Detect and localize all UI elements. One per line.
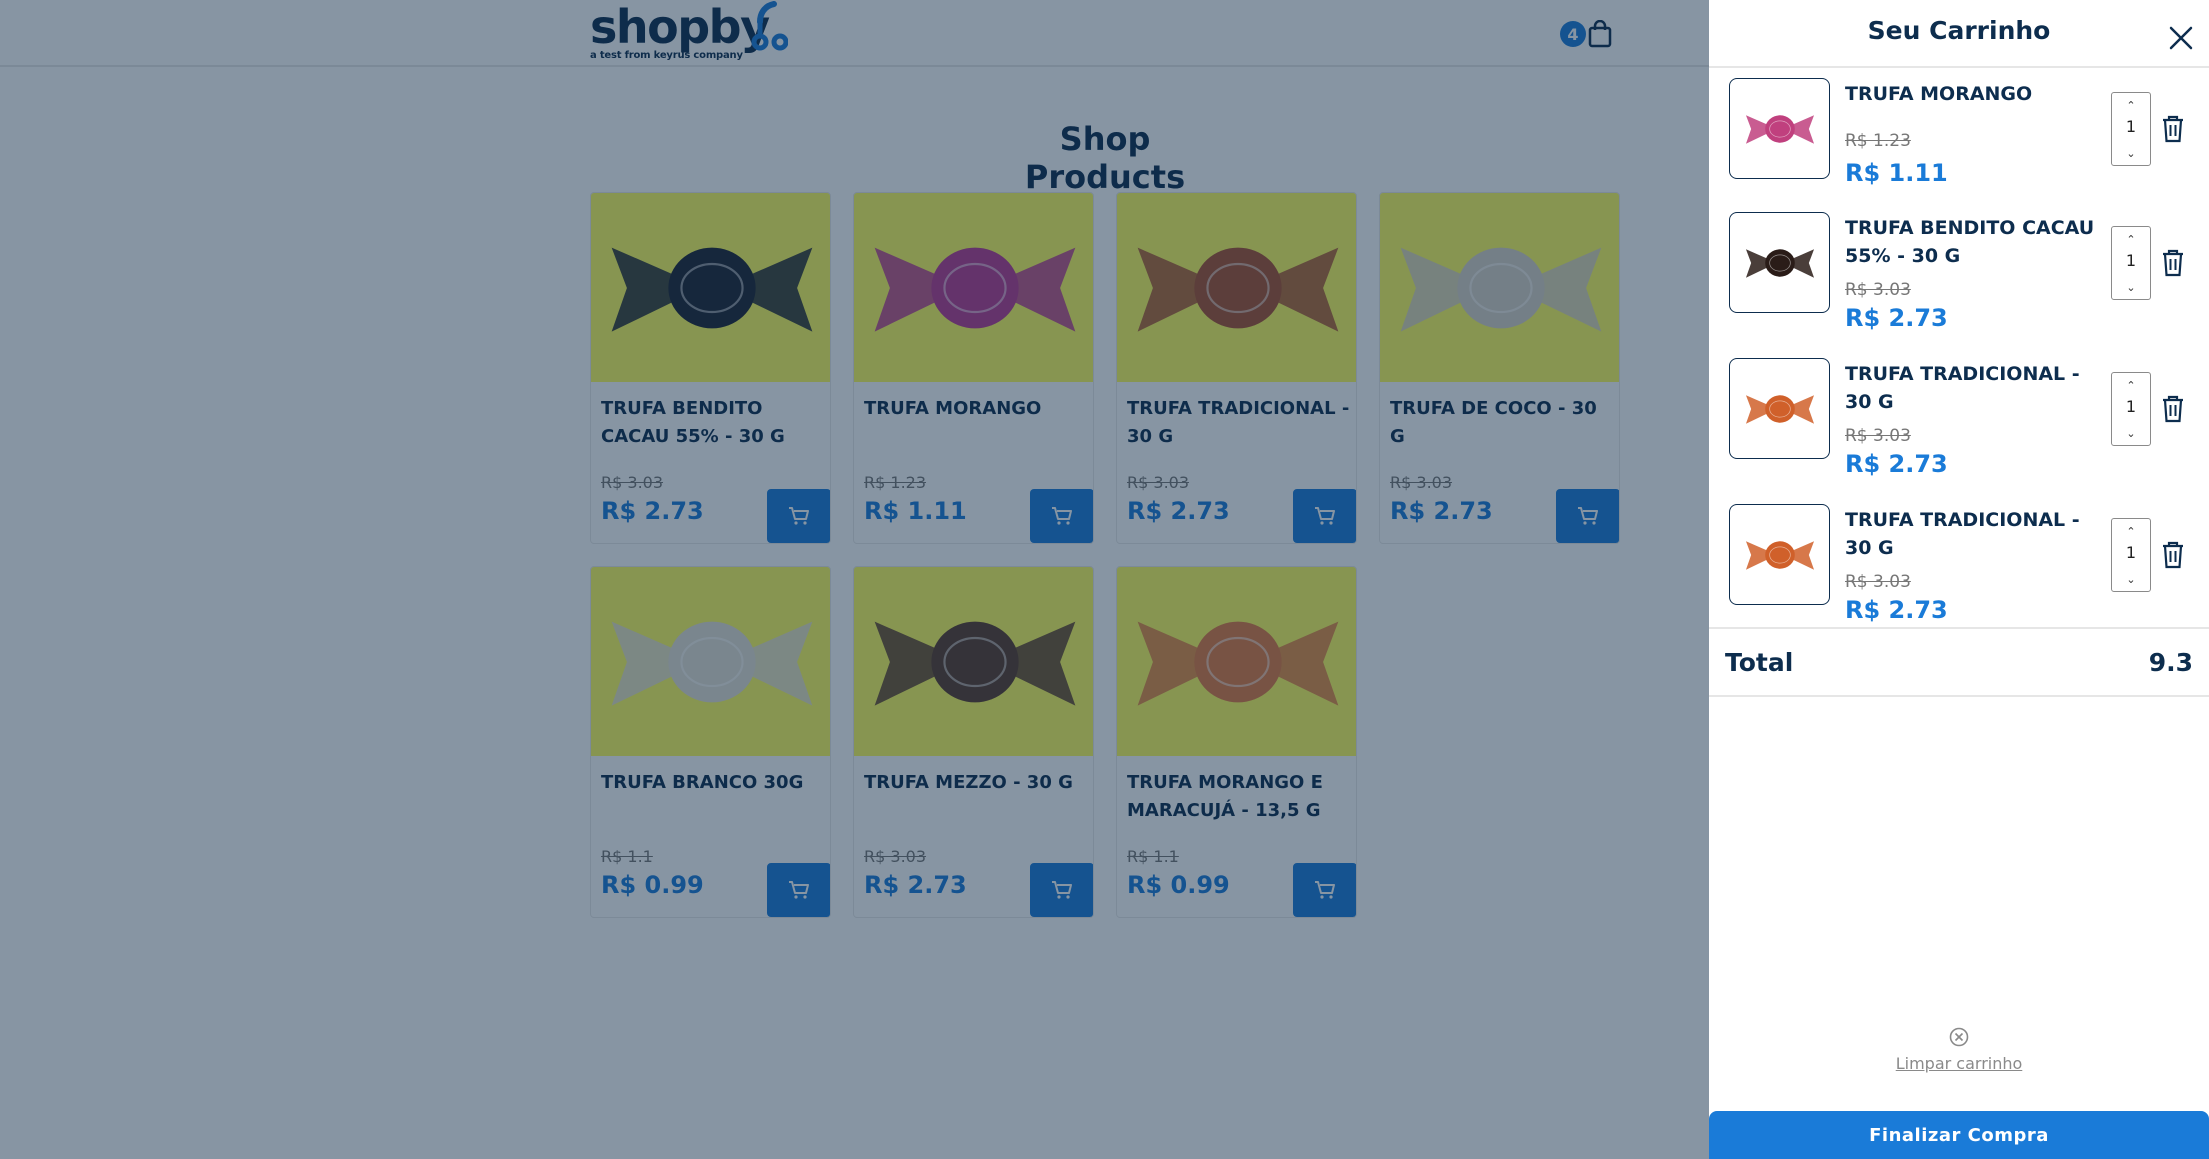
cart-item-old-price: R$ 3.03 xyxy=(1845,572,1911,592)
total-value: 9.3 xyxy=(2148,648,2193,677)
close-icon[interactable] xyxy=(2167,24,2195,52)
truffle-thumbnail xyxy=(1745,248,1814,278)
cart-item-name: TRUFA TRADICIONAL - 30 G xyxy=(1845,363,2080,413)
cart-total-row: Total 9.3 xyxy=(1709,627,2209,697)
chevron-up-icon[interactable]: ⌃ xyxy=(2112,521,2150,541)
cart-item-price: R$ 1.11 xyxy=(1845,159,1948,187)
chevron-down-icon[interactable]: ⌄ xyxy=(2112,277,2150,297)
cart-item-image xyxy=(1729,358,1830,459)
quantity-stepper[interactable]: ⌃ 1 ⌄ xyxy=(2111,372,2151,446)
truffle-thumbnail xyxy=(1745,114,1814,144)
cart-item-image xyxy=(1729,212,1830,313)
quantity-value[interactable]: 1 xyxy=(2112,117,2150,136)
clear-circle-x-icon[interactable] xyxy=(1948,1026,1970,1048)
checkout-button[interactable]: Finalizar Compra xyxy=(1709,1111,2209,1159)
truffle-thumbnail xyxy=(1745,540,1814,570)
quantity-value[interactable]: 1 xyxy=(2112,251,2150,270)
modal-backdrop[interactable] xyxy=(0,0,1709,1159)
cart-item-name: TRUFA BENDITO CACAU 55% - 30 G xyxy=(1845,217,2095,267)
cart-item-name: TRUFA TRADICIONAL - 30 G xyxy=(1845,509,2080,559)
trash-icon[interactable] xyxy=(2161,248,2185,278)
chevron-up-icon[interactable]: ⌃ xyxy=(2112,229,2150,249)
cart-item-image xyxy=(1729,504,1830,605)
cart-drawer: Seu Carrinho TRUFA MORANGO R$ 1.23 R$ 1.11… xyxy=(1709,0,2209,1159)
chevron-down-icon[interactable]: ⌄ xyxy=(2112,569,2150,589)
clear-cart-link[interactable]: Limpar carrinho xyxy=(1896,1054,2023,1073)
chevron-up-icon[interactable]: ⌃ xyxy=(2112,95,2150,115)
truffle-thumbnail xyxy=(1745,394,1814,424)
trash-icon[interactable] xyxy=(2161,114,2185,144)
quantity-stepper[interactable]: ⌃ 1 ⌄ xyxy=(2111,226,2151,300)
cart-item-old-price: R$ 3.03 xyxy=(1845,426,1911,446)
cart-title: Seu Carrinho xyxy=(1867,16,2051,45)
quantity-value[interactable]: 1 xyxy=(2112,397,2150,416)
cart-item-old-price: R$ 3.03 xyxy=(1845,280,1911,300)
chevron-up-icon[interactable]: ⌃ xyxy=(2112,375,2150,395)
clear-cart: Limpar carrinho xyxy=(1709,1026,2209,1073)
quantity-stepper[interactable]: ⌃ 1 ⌄ xyxy=(2111,518,2151,592)
cart-item-image xyxy=(1729,78,1830,179)
cart-item-price: R$ 2.73 xyxy=(1845,450,1948,478)
cart-item-price: R$ 2.73 xyxy=(1845,304,1948,332)
trash-icon[interactable] xyxy=(2161,394,2185,424)
quantity-stepper[interactable]: ⌃ 1 ⌄ xyxy=(2111,92,2151,166)
trash-icon[interactable] xyxy=(2161,540,2185,570)
total-label: Total xyxy=(1725,648,1794,677)
cart-item-old-price: R$ 1.23 xyxy=(1845,131,1911,151)
chevron-down-icon[interactable]: ⌄ xyxy=(2112,143,2150,163)
cart-item-name: TRUFA MORANGO xyxy=(1845,83,2033,105)
cart-drawer-header: Seu Carrinho xyxy=(1709,0,2209,68)
chevron-down-icon[interactable]: ⌄ xyxy=(2112,423,2150,443)
cart-item-price: R$ 2.73 xyxy=(1845,596,1948,624)
quantity-value[interactable]: 1 xyxy=(2112,543,2150,562)
